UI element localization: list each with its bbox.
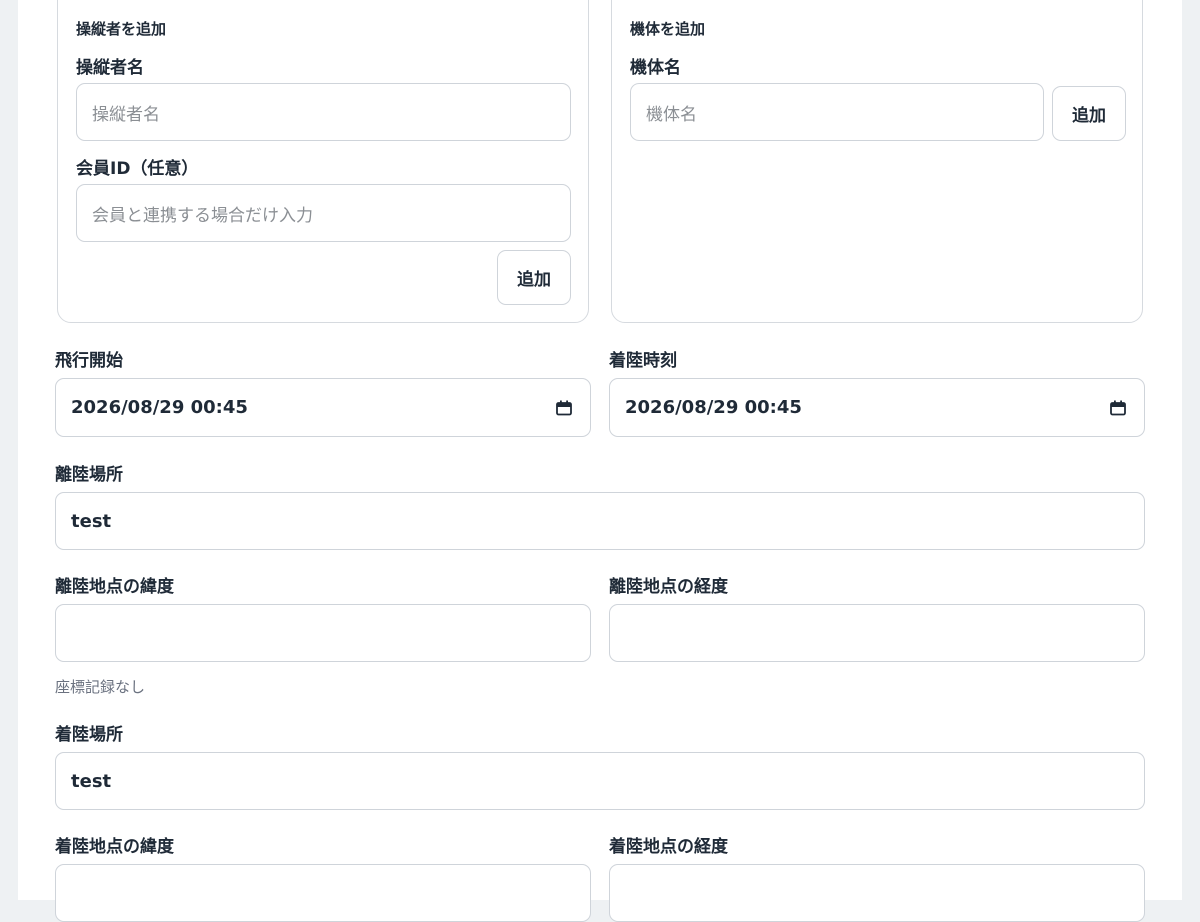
add-pilot-button[interactable]: 追加 bbox=[497, 250, 571, 305]
flight-start-label: 飛行開始 bbox=[55, 351, 123, 371]
landing-lat-input[interactable] bbox=[55, 864, 591, 922]
member-id-label: 会員ID（任意） bbox=[76, 159, 199, 179]
member-id-input[interactable]: 会員と連携する場合だけ入力 bbox=[76, 184, 571, 242]
member-id-placeholder: 会員と連携する場合だけ入力 bbox=[92, 205, 313, 226]
calendar-icon[interactable] bbox=[556, 400, 572, 415]
landing-time-label: 着陸時刻 bbox=[609, 351, 677, 371]
landing-lat-label: 着陸地点の緯度 bbox=[55, 837, 174, 857]
landing-place-input[interactable]: test bbox=[55, 752, 1145, 810]
takeoff-lng-input[interactable] bbox=[609, 604, 1145, 662]
landing-place-value: test bbox=[71, 770, 112, 792]
add-aircraft-card: 機体を追加 機体名 機体名 追加 bbox=[611, 0, 1143, 323]
flight-start-input[interactable]: 2026/08/29 00:45 bbox=[55, 378, 591, 437]
landing-time-value: 2026/08/29 00:45 bbox=[625, 397, 802, 418]
pilot-name-label: 操縦者名 bbox=[76, 58, 144, 78]
add-aircraft-button[interactable]: 追加 bbox=[1052, 86, 1126, 141]
pilot-name-placeholder: 操縦者名 bbox=[92, 104, 160, 125]
add-aircraft-title: 機体を追加 bbox=[630, 20, 706, 38]
takeoff-lng-label: 離陸地点の経度 bbox=[609, 577, 728, 597]
landing-time-input[interactable]: 2026/08/29 00:45 bbox=[609, 378, 1145, 437]
aircraft-name-input[interactable]: 機体名 bbox=[630, 83, 1044, 141]
no-coords-hint: 座標記録なし bbox=[55, 678, 146, 696]
add-pilot-card: 操縦者を追加 操縦者名 操縦者名 会員ID（任意） 会員と連携する場合だけ入力 … bbox=[57, 0, 589, 323]
calendar-icon[interactable] bbox=[1110, 400, 1126, 415]
landing-lng-input[interactable] bbox=[609, 864, 1145, 922]
aircraft-name-placeholder: 機体名 bbox=[646, 104, 697, 125]
add-pilot-title: 操縦者を追加 bbox=[76, 20, 167, 38]
takeoff-place-input[interactable]: test bbox=[55, 492, 1145, 550]
flight-log-form: 操縦者を追加 操縦者名 操縦者名 会員ID（任意） 会員と連携する場合だけ入力 … bbox=[18, 0, 1182, 922]
pilot-name-input[interactable]: 操縦者名 bbox=[76, 83, 571, 141]
aircraft-name-label: 機体名 bbox=[630, 58, 681, 78]
landing-lng-label: 着陸地点の経度 bbox=[609, 837, 728, 857]
landing-place-label: 着陸場所 bbox=[55, 725, 123, 745]
takeoff-place-label: 離陸場所 bbox=[55, 465, 123, 485]
takeoff-lat-input[interactable] bbox=[55, 604, 591, 662]
takeoff-place-value: test bbox=[71, 510, 112, 532]
flight-start-value: 2026/08/29 00:45 bbox=[71, 397, 248, 418]
takeoff-lat-label: 離陸地点の緯度 bbox=[55, 577, 174, 597]
